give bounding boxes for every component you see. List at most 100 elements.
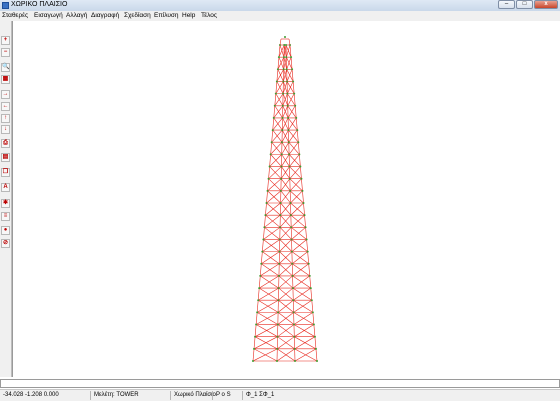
chart-icon[interactable]: ≡ bbox=[1, 212, 10, 221]
maximize-button[interactable]: □ bbox=[516, 0, 533, 9]
truss-member bbox=[272, 130, 273, 142]
tower-frame-drawing bbox=[13, 21, 560, 377]
truss-node bbox=[263, 226, 265, 228]
truss-node bbox=[311, 299, 313, 301]
menu-item-solve[interactable]: Επίλυση bbox=[154, 12, 179, 19]
truss-node bbox=[282, 117, 284, 119]
truss-member bbox=[260, 264, 261, 276]
minus-icon[interactable]: − bbox=[1, 48, 10, 57]
truss-node bbox=[316, 360, 318, 362]
view-mode: P o S bbox=[216, 392, 231, 398]
truss-node bbox=[290, 226, 292, 228]
print-icon[interactable]: ⎙ bbox=[1, 139, 10, 148]
menu-item-delete[interactable]: Διαγραφή bbox=[91, 12, 119, 19]
truss-node bbox=[278, 287, 280, 289]
stop-icon[interactable]: ⊘ bbox=[1, 239, 10, 248]
truss-member bbox=[257, 300, 258, 312]
arrow-right-icon[interactable]: → bbox=[1, 90, 10, 99]
side-toolbar: + − 🔍 ▦ → ← ↑ ↓ ⎙ ▤ ❐ A ✱ ≡ ● ⊘ bbox=[0, 21, 12, 377]
truss-member bbox=[262, 239, 263, 251]
truss-member bbox=[263, 227, 264, 239]
truss-node bbox=[279, 214, 281, 216]
menu-item-help[interactable]: Help bbox=[182, 12, 195, 19]
arrow-up-icon[interactable]: ↑ bbox=[1, 114, 10, 123]
truss-node bbox=[304, 214, 306, 216]
menu-item-change[interactable]: Αλλαγή bbox=[66, 12, 87, 19]
truss-member bbox=[261, 252, 262, 264]
truss-node bbox=[290, 202, 292, 204]
truss-node bbox=[299, 166, 301, 168]
truss-member bbox=[264, 215, 265, 227]
coordinates-readout: -34.028 -1.208 0.000 bbox=[3, 392, 59, 398]
truss-node bbox=[283, 68, 285, 70]
truss-node bbox=[300, 178, 302, 180]
truss-node bbox=[273, 117, 275, 119]
truss-node bbox=[281, 153, 283, 155]
status-separator bbox=[212, 391, 213, 400]
truss-node bbox=[274, 105, 276, 107]
command-line[interactable] bbox=[0, 379, 560, 388]
truss-node bbox=[315, 348, 317, 350]
truss-node bbox=[286, 93, 288, 95]
arrow-down-icon[interactable]: ↓ bbox=[1, 125, 10, 134]
truss-node bbox=[261, 251, 263, 253]
truss-member bbox=[296, 118, 297, 130]
truss-node bbox=[278, 275, 280, 277]
truss-node bbox=[277, 311, 279, 313]
arrow-left-icon[interactable]: ← bbox=[1, 102, 10, 111]
truss-member bbox=[258, 288, 259, 300]
truss-node bbox=[287, 105, 289, 107]
truss-node bbox=[268, 178, 270, 180]
truss-member bbox=[265, 203, 266, 215]
truss-node bbox=[284, 36, 286, 38]
truss-node bbox=[301, 190, 303, 192]
truss-node bbox=[280, 202, 282, 204]
close-button[interactable]: x bbox=[534, 0, 558, 9]
text-icon[interactable]: A bbox=[1, 183, 10, 192]
truss-member bbox=[280, 39, 281, 45]
globe-icon[interactable]: ● bbox=[1, 226, 10, 235]
truss-node bbox=[294, 348, 296, 350]
truss-node bbox=[270, 153, 272, 155]
truss-member bbox=[273, 118, 274, 130]
truss-member bbox=[304, 203, 305, 215]
truss-node bbox=[296, 129, 298, 131]
truss-node bbox=[290, 214, 292, 216]
truss-node bbox=[291, 263, 293, 265]
status-separator bbox=[242, 391, 243, 400]
truss-node bbox=[254, 336, 256, 338]
truss-member bbox=[308, 252, 309, 264]
zoom-icon[interactable]: 🔍 bbox=[1, 63, 10, 72]
truss-node bbox=[308, 263, 310, 265]
truss-node bbox=[278, 251, 280, 253]
truss-member bbox=[299, 154, 300, 166]
settings-icon[interactable]: ✱ bbox=[1, 199, 10, 208]
menu-item-draw[interactable]: Σχεδίαση bbox=[124, 12, 151, 19]
grid-icon[interactable]: ▦ bbox=[1, 75, 10, 84]
truss-node bbox=[280, 178, 282, 180]
truss-node bbox=[258, 287, 260, 289]
truss-node bbox=[276, 80, 278, 82]
truss-member bbox=[268, 179, 269, 191]
truss-node bbox=[279, 226, 281, 228]
truss-node bbox=[262, 238, 264, 240]
document-icon[interactable]: ▤ bbox=[1, 153, 10, 162]
minimize-button[interactable]: – bbox=[498, 0, 515, 9]
copy-icon[interactable]: ❐ bbox=[1, 168, 10, 177]
truss-node bbox=[307, 251, 309, 253]
truss-node bbox=[279, 238, 281, 240]
plus-icon[interactable]: + bbox=[1, 36, 10, 45]
truss-member bbox=[297, 130, 298, 142]
menu-item-exit[interactable]: Τέλος bbox=[201, 12, 217, 19]
menu-item-insert[interactable]: Εισαγωγή bbox=[34, 12, 63, 19]
truss-node bbox=[293, 336, 295, 338]
truss-member bbox=[259, 276, 260, 288]
truss-node bbox=[310, 287, 312, 289]
truss-node bbox=[291, 251, 293, 253]
truss-node bbox=[275, 93, 277, 95]
truss-member bbox=[298, 142, 299, 154]
truss-node bbox=[271, 141, 273, 143]
menu-item-constants[interactable]: Σταθερές bbox=[2, 12, 28, 19]
truss-node bbox=[309, 275, 311, 277]
drawing-canvas[interactable] bbox=[12, 21, 560, 377]
